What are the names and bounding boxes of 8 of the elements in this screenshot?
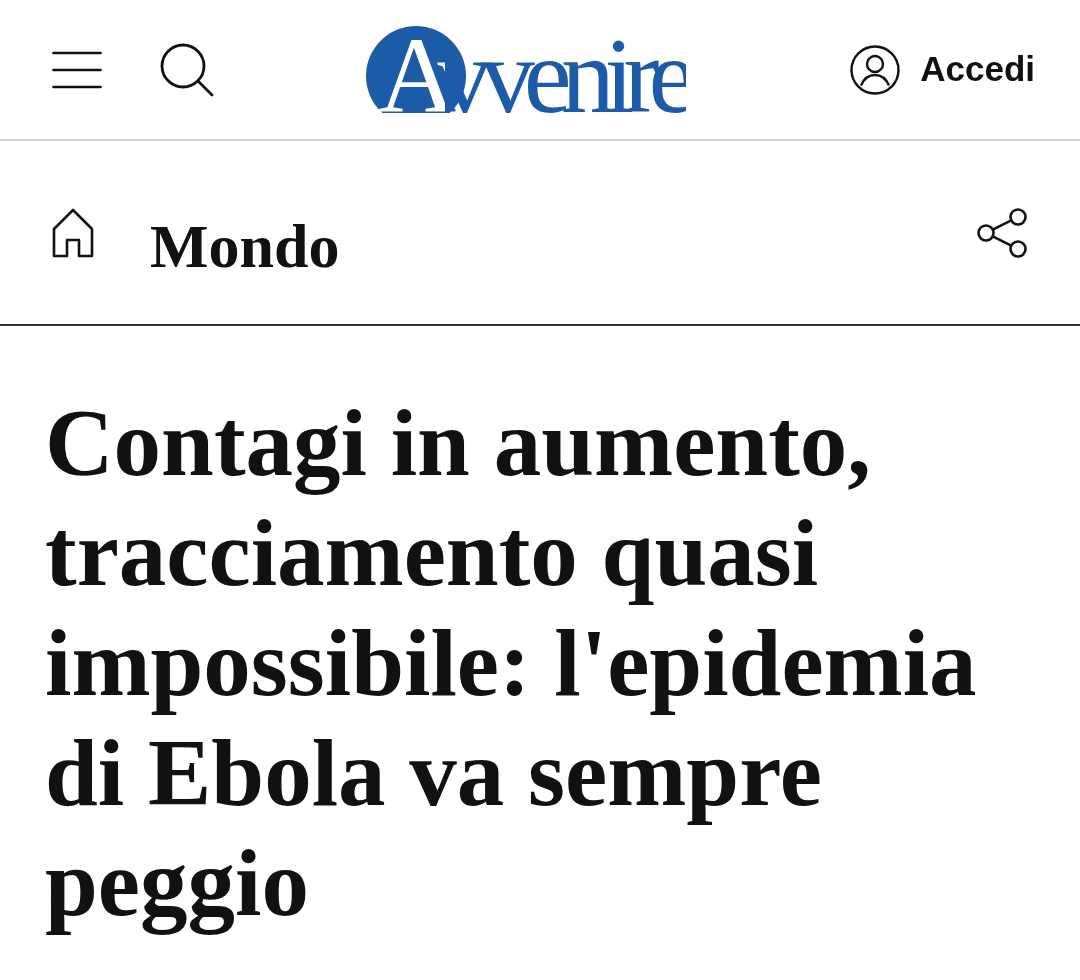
home-icon[interactable] [52, 207, 94, 258]
article-headline: Contagi in aumento, tracciamento quasi impossibile: l'epidemia di Ebola va sempre peggio [45, 389, 978, 938]
share-icon[interactable] [976, 207, 1028, 258]
section-title[interactable]: Mondo [150, 214, 340, 277]
login-link[interactable]: Accedi [920, 43, 1035, 96]
search-icon[interactable] [160, 42, 214, 97]
user-icon[interactable] [850, 44, 901, 95]
menu-icon[interactable] [52, 50, 102, 89]
